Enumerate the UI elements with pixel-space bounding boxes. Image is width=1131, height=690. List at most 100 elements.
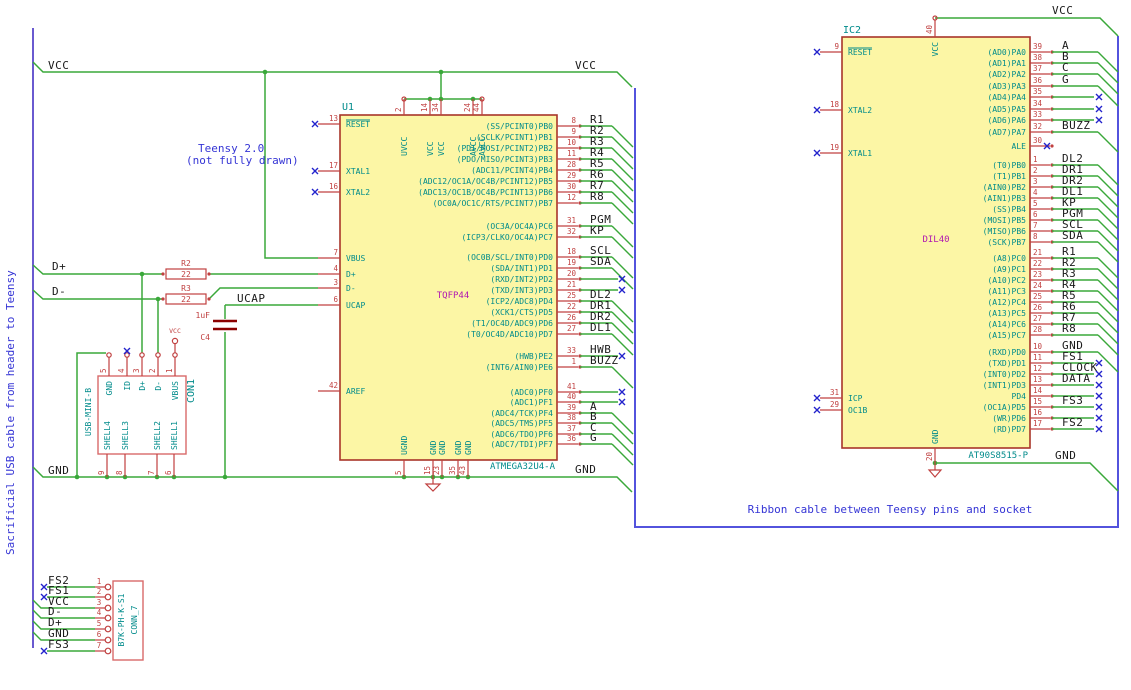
pin-end-circle bbox=[172, 352, 178, 358]
pin-number: 22 bbox=[1033, 259, 1042, 268]
schematic-drawing: VCC VCCGND GNDVCCGNDD+D-UCAPU1TQFP44ATMEGA… bbox=[32, 4, 1119, 661]
pin-name: XTAL2 bbox=[848, 106, 872, 115]
pin-name: UCAP bbox=[346, 301, 365, 310]
wire bbox=[611, 443, 634, 466]
net-label: R8 bbox=[1062, 322, 1076, 335]
pin-end-circle bbox=[155, 352, 161, 358]
pin-name: (OC0B/SCL/INT0)PD0 bbox=[466, 253, 553, 262]
pin-name: RESET bbox=[346, 120, 370, 129]
no-connect-x bbox=[311, 120, 319, 128]
pin-name: (A8)PC0 bbox=[992, 254, 1026, 263]
pin-end-dot bbox=[161, 297, 165, 301]
pin-name: (SS/PCINT0)PB0 bbox=[486, 122, 554, 131]
pin-name: (ADC5/TMS)PF5 bbox=[490, 419, 553, 428]
wire bbox=[1097, 208, 1119, 230]
pin-number: 13 bbox=[1033, 375, 1042, 384]
pin-number: 2 bbox=[97, 587, 102, 596]
wire bbox=[1097, 312, 1119, 334]
pin-name: (A11)PC3 bbox=[987, 287, 1026, 296]
no-connect-x bbox=[40, 647, 48, 655]
pin-name: (ADC4/TCK)PF4 bbox=[490, 409, 553, 418]
pin-name: (ADC0)PF0 bbox=[510, 388, 554, 397]
pin-name: (AIN0)PB2 bbox=[983, 183, 1027, 192]
pin-number: 7 bbox=[147, 470, 156, 475]
pin-name: (SS)PB4 bbox=[992, 205, 1026, 214]
pin-name: (MOSI)PB5 bbox=[983, 216, 1027, 225]
no-connect-x bbox=[1095, 403, 1103, 411]
wire bbox=[1097, 230, 1119, 252]
pin-number: 1 bbox=[165, 368, 174, 373]
pin-number: 18 bbox=[567, 247, 577, 256]
pin-number: 6 bbox=[1033, 210, 1038, 219]
pin-name: AREF bbox=[346, 387, 365, 396]
u1-ref: U1 bbox=[342, 102, 354, 113]
wire bbox=[32, 609, 95, 619]
pin-number: 1 bbox=[571, 357, 576, 366]
wire bbox=[1097, 164, 1119, 186]
pin-end-circle bbox=[104, 604, 112, 612]
pin-number: 26 bbox=[567, 313, 577, 322]
pin-number: 25 bbox=[567, 291, 576, 300]
pin-number: 33 bbox=[1033, 110, 1042, 119]
pin-number: 6 bbox=[97, 630, 102, 639]
wire bbox=[1097, 268, 1119, 290]
pin-end-circle bbox=[104, 583, 112, 591]
pin-number: 3 bbox=[1033, 177, 1038, 186]
ic2-part: AT90S8515-P bbox=[968, 451, 1028, 461]
pin-number: 9 bbox=[97, 470, 106, 475]
pin-end-dot bbox=[1050, 144, 1054, 148]
pin-number: 38 bbox=[567, 413, 577, 422]
pin-name: (T1)PB1 bbox=[992, 172, 1026, 181]
net-label: DL1 bbox=[590, 321, 611, 334]
pin-name: PD4 bbox=[1012, 392, 1027, 401]
pin-number: 14 bbox=[1033, 386, 1043, 395]
wire bbox=[611, 158, 634, 181]
no-connect-x bbox=[813, 406, 821, 414]
pin-name: VBUS bbox=[346, 254, 365, 263]
pin-name: (ADC12/OC1A/OC4B/PCINT12)PB5 bbox=[418, 177, 553, 186]
pin-number: 36 bbox=[1033, 76, 1043, 85]
pin-name: ICP bbox=[848, 394, 863, 403]
net-label: FS3 bbox=[1062, 394, 1083, 407]
pin-number: 5 bbox=[97, 619, 102, 628]
ic2-ref: IC2 bbox=[843, 25, 861, 36]
pin-name: (SCK)PB7 bbox=[987, 238, 1026, 247]
pin-name: (AIN1)PB3 bbox=[983, 194, 1027, 203]
note-teensy-sub: (not fully drawn) bbox=[186, 154, 299, 167]
wire bbox=[611, 422, 634, 445]
pin-number: 4 bbox=[97, 608, 102, 617]
pin-name: (RD)PD7 bbox=[992, 425, 1026, 434]
vcc-label: VCC bbox=[1052, 4, 1073, 17]
pin-name: (ADC1)PF1 bbox=[510, 398, 554, 407]
pin-number: 5 bbox=[99, 368, 108, 373]
resistor-value: 22 bbox=[181, 295, 191, 304]
pin-number: 19 bbox=[567, 258, 576, 267]
pin-name: (ICP2/ADC8)PD4 bbox=[486, 297, 554, 306]
net-label: DATA bbox=[1062, 372, 1091, 385]
pin-number: 20 bbox=[567, 269, 577, 278]
pin-name: (XCK1/CTS)PD5 bbox=[490, 308, 553, 317]
pin-name: (AD6)PA6 bbox=[987, 116, 1026, 125]
u1-part: ATMEGA32U4-A bbox=[490, 462, 556, 472]
pin-number: 2 bbox=[394, 107, 403, 112]
pin-number: 31 bbox=[567, 216, 576, 225]
pin-number: 37 bbox=[1033, 64, 1042, 73]
pin-number: 34 bbox=[1033, 99, 1043, 108]
pin-number: 26 bbox=[1033, 303, 1043, 312]
pin-name: XTAL2 bbox=[346, 188, 370, 197]
pin-number: 17 bbox=[1033, 419, 1042, 428]
pin-name: (AD4)PA4 bbox=[987, 93, 1026, 102]
wire bbox=[1097, 131, 1119, 153]
pin-number: 11 bbox=[567, 149, 576, 158]
pin-end-dot bbox=[207, 297, 211, 301]
pin-number: 17 bbox=[329, 161, 338, 170]
pin-name: GND bbox=[429, 440, 438, 455]
wire bbox=[1097, 290, 1119, 312]
pin-number: 23 bbox=[1033, 270, 1042, 279]
no-connect-x bbox=[1095, 414, 1103, 422]
pin-name: (RXD/INT2)PD2 bbox=[490, 275, 553, 284]
pin-number: 30 bbox=[567, 182, 577, 191]
pin-name: D- bbox=[154, 381, 163, 391]
pin-name: D+ bbox=[138, 381, 147, 391]
pin-name: (T0)PB0 bbox=[992, 161, 1026, 170]
